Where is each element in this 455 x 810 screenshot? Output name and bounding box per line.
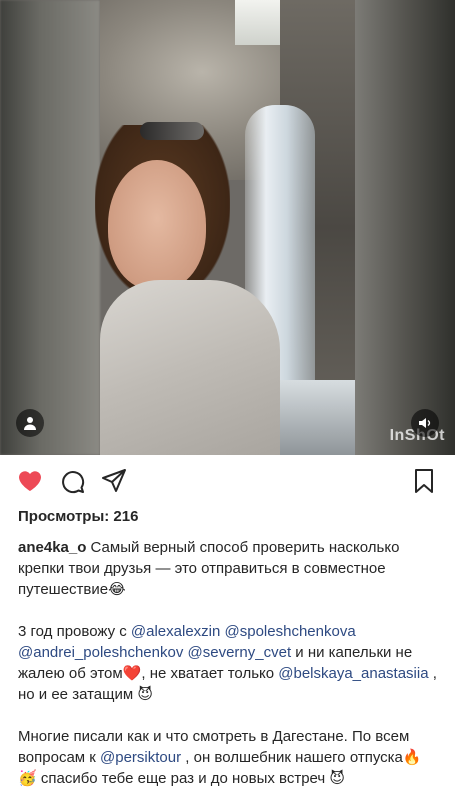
post-action-bar xyxy=(0,455,455,507)
mention-link[interactable]: @andrei_poleshchenkov xyxy=(18,644,183,661)
video-blur-left xyxy=(0,0,100,455)
person-face xyxy=(108,160,206,290)
post-video[interactable]: InShOt xyxy=(0,0,455,455)
caption-text: 3 год провожу с xyxy=(18,623,131,640)
heart-icon[interactable] xyxy=(16,467,44,495)
caption-text: , он волшебник нашего отпуска xyxy=(181,749,403,766)
heart-emoji: ❤️ xyxy=(122,664,142,682)
party-face-emoji: 🥳 xyxy=(18,769,37,787)
mention-link[interactable]: @spoleshchenkova xyxy=(225,623,356,640)
post-caption-area: Просмотры: 216 ane4ka_o Самый верный спо… xyxy=(18,506,443,810)
mention-link[interactable]: @alexalexzin xyxy=(131,623,220,640)
caption-paragraph-1: ane4ka_o Самый верный способ проверить н… xyxy=(18,537,443,600)
caption-paragraph-3: Многие писали как и что смотреть в Дагес… xyxy=(18,726,443,789)
mention-link[interactable]: @belskaya_anastasiia xyxy=(278,665,428,682)
devil-emoji: 😈 xyxy=(137,685,153,703)
comment-icon[interactable] xyxy=(58,467,86,495)
bookmark-icon[interactable] xyxy=(410,467,438,495)
caption-text: , не хватает только xyxy=(141,665,279,682)
mention-link[interactable]: @severny_cvet xyxy=(188,644,292,661)
video-blur-right xyxy=(355,0,455,455)
mention-link[interactable]: @persiktour xyxy=(100,749,181,766)
sound-icon[interactable] xyxy=(411,409,439,437)
user-tag-icon[interactable] xyxy=(16,409,44,437)
person-jacket xyxy=(100,280,280,455)
devil-emoji: 😈 xyxy=(329,769,346,787)
sunglasses xyxy=(140,122,204,140)
views-count: Просмотры: 216 xyxy=(18,508,139,525)
fire-emoji: 🔥 xyxy=(402,748,422,766)
caption-text: спасибо тебе еще раз и до новых встреч xyxy=(36,770,330,787)
laugh-emoji: 😂 xyxy=(108,580,126,598)
caption-username[interactable]: ane4ka_o xyxy=(18,539,86,556)
sky xyxy=(235,0,280,45)
share-icon[interactable] xyxy=(100,467,128,495)
caption-paragraph-2: 3 год провожу с @alexalexzin @spoleshche… xyxy=(18,621,443,705)
